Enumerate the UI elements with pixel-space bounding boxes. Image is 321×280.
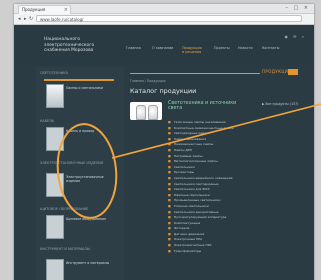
sidebar-item-label: Электроустановочные изделия	[66, 175, 104, 183]
nav-item-home[interactable]: Главная	[126, 46, 141, 50]
browser-window: Продукция × – □ × ◂ ▸ ↻ www.laofe.ru/cat…	[14, 4, 314, 280]
category-image	[130, 102, 162, 120]
web-page: Национального электротехнического снабже…	[14, 25, 314, 280]
nav-item-contacts[interactable]: Контакты	[262, 46, 279, 50]
browser-titlebar: Продукция × – □ ×	[14, 4, 314, 14]
header-icons[interactable]: ◉ ✉ ⌕	[284, 34, 306, 39]
product-thumbnail	[46, 215, 64, 239]
address-bar[interactable]: www.laofe.ru/catalog/	[36, 15, 302, 22]
product-thumbnail	[46, 173, 64, 197]
category-title[interactable]: Светотехника и источники света	[168, 101, 248, 112]
bulb-icon	[148, 105, 158, 120]
breadcrumb[interactable]: Главная / Продукция	[130, 79, 165, 83]
sidebar-heading: ЭЛЕКТРОУСТАНОВОЧНЫЕ ИЗДЕЛИЯ	[40, 161, 104, 165]
sidebar-item-label: Щитовое оборудование	[66, 217, 107, 221]
site-header: Национального электротехнического снабже…	[14, 25, 314, 65]
main-navigation: Главная О компании Продукция и решения П…	[126, 46, 314, 60]
sidebar-heading-bar	[44, 79, 114, 81]
product-thumbnail	[46, 259, 64, 280]
back-icon[interactable]: ◂	[18, 15, 21, 23]
site-logo[interactable]: Национального электротехнического снабже…	[44, 37, 112, 54]
nav-item-products[interactable]: Продукция и решения	[182, 46, 202, 54]
list-item[interactable]: ■ Трансформаторы	[168, 249, 308, 255]
sidebar-item-lighting[interactable]: Лампы и светильники	[40, 84, 124, 114]
close-icon[interactable]: ×	[64, 6, 68, 14]
sidebar-heading: ИНСТРУМЕНТ И МАТЕРИАЛЫ	[40, 247, 90, 251]
sidebar-heading: КАБЕЛЬ	[40, 119, 55, 123]
browser-tab[interactable]: Продукция ×	[18, 5, 71, 14]
section-button[interactable]	[288, 69, 298, 75]
sidebar-item-panels[interactable]: Щитовое оборудование	[40, 215, 124, 245]
sidebar-item-tools[interactable]: Инструмент и материалы	[40, 259, 124, 280]
logo-line: снабжения Морозова	[44, 48, 94, 54]
product-thumbnail	[46, 127, 64, 151]
sidebar-heading: ЩИТОВОЕ ОБОРУДОВАНИЕ	[40, 207, 89, 211]
product-list: ■ Галогенные лампы накаливания ■ Компактны…	[168, 120, 308, 254]
sidebar-item-label: Инструмент и материалы	[66, 261, 110, 265]
tab-title: Продукция	[22, 7, 46, 12]
nav-item-news[interactable]: Новости	[238, 46, 253, 50]
section-divider	[130, 73, 260, 75]
sidebar-item-cable[interactable]: Кабель и провод	[40, 127, 124, 157]
window-controls[interactable]: – □ ×	[285, 5, 310, 11]
sidebar-item-label: Лампы и светильники	[66, 86, 104, 90]
bulb-icon	[136, 105, 146, 120]
nav-item-projects[interactable]: Проекты	[214, 46, 230, 50]
nav-item-about[interactable]: О компании	[152, 46, 173, 50]
product-thumbnail	[46, 84, 64, 108]
reload-icon[interactable]: ↻	[29, 15, 33, 23]
page-title: Каталог продукции	[130, 87, 197, 95]
forward-icon[interactable]: ▸	[24, 15, 27, 23]
browser-toolbar: ◂ ▸ ↻ www.laofe.ru/catalog/	[14, 14, 314, 25]
all-products-link[interactable]: ▶ Все продукты (157)	[262, 102, 298, 106]
sidebar: СВЕТОТЕХНИКА Лампы и светильники КАБЕЛЬ …	[36, 67, 124, 280]
sidebar-item-wiring[interactable]: Электроустановочные изделия	[40, 173, 124, 203]
sidebar-item-label: Кабель и провод	[66, 129, 95, 133]
sidebar-heading: СВЕТОТЕХНИКА	[40, 71, 68, 75]
